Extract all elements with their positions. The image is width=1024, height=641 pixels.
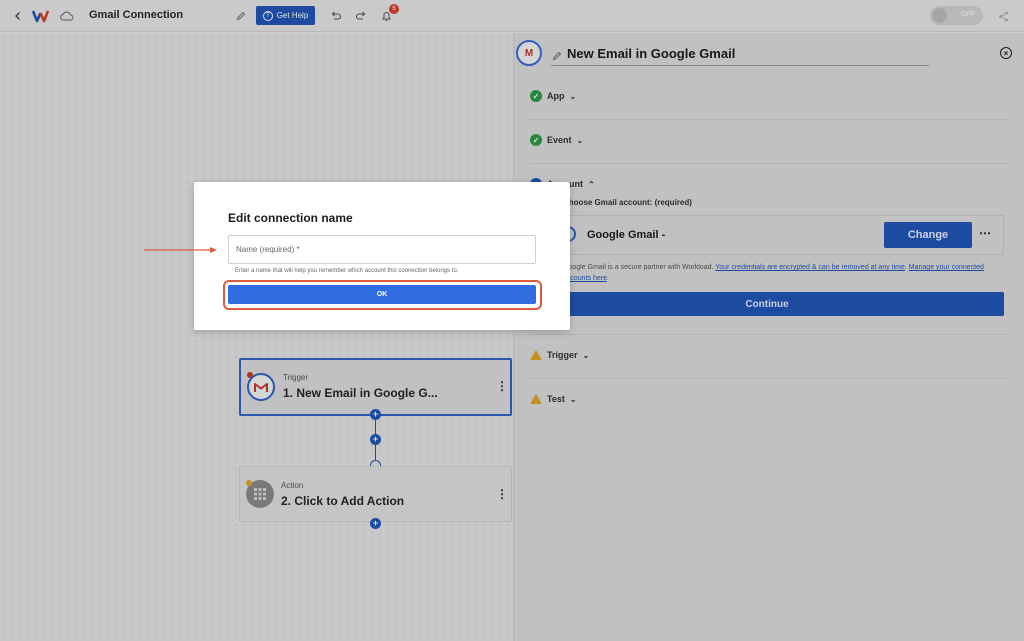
action-subtitle: Action — [281, 481, 304, 490]
trigger-more-icon[interactable]: ⋮ — [496, 379, 508, 393]
workflow-canvas[interactable] — [0, 33, 513, 641]
gmail-app-icon: M — [516, 40, 542, 66]
chevron-down-icon: ⌄ — [576, 135, 584, 145]
close-panel-icon[interactable]: × — [1000, 47, 1012, 59]
change-account-button[interactable]: Change — [884, 222, 972, 248]
help-icon: ? — [262, 10, 273, 21]
warning-icon — [530, 394, 542, 404]
cloud-icon — [59, 0, 74, 32]
workflow-toggle[interactable]: OFF — [930, 6, 983, 25]
check-icon: ✓ — [530, 134, 542, 146]
redo-icon[interactable] — [355, 0, 367, 32]
divider — [530, 334, 1008, 335]
dialog-title: Edit connection name — [228, 211, 353, 225]
app-logo-icon[interactable] — [32, 0, 54, 32]
chevron-down-icon: ⌄ — [569, 394, 577, 404]
top-bar: Gmail Connection ? Get Help 6 OFF — [0, 0, 1024, 32]
undo-icon[interactable] — [330, 0, 342, 32]
edit-title-icon[interactable] — [236, 0, 246, 32]
account-more-icon[interactable]: ⋯ — [979, 226, 991, 240]
connection-name-input[interactable] — [228, 235, 536, 264]
trigger-status-dot — [247, 372, 253, 378]
section-app[interactable]: ✓ App ⌄ — [530, 89, 576, 103]
back-icon[interactable] — [13, 0, 23, 32]
ok-button[interactable]: OK — [228, 285, 536, 304]
divider — [530, 119, 1008, 120]
check-icon: ✓ — [530, 90, 542, 102]
section-event-label: Event — [547, 135, 572, 145]
action-title: 2. Click to Add Action — [281, 494, 405, 508]
step-title[interactable]: New Email in Google Gmail — [567, 46, 735, 61]
input-help-text: Enter a name that will help you remember… — [235, 268, 459, 274]
credentials-link[interactable]: Your credentials are encrypted & can be … — [715, 264, 905, 271]
insert-step-plus-icon[interactable]: + — [370, 434, 381, 445]
step-config-panel — [513, 33, 1024, 641]
chevron-down-icon: ⌄ — [569, 91, 577, 101]
get-help-label: Get Help — [276, 11, 309, 20]
divider — [530, 163, 1008, 164]
section-app-label: App — [547, 91, 565, 101]
notification-badge: 6 — [389, 4, 399, 14]
connector-line — [375, 420, 376, 434]
account-name: Google Gmail - — [587, 229, 666, 241]
continue-button[interactable]: Continue — [530, 292, 1004, 316]
warning-icon — [530, 350, 542, 360]
account-security-note: Google Gmail is a secure partner with Wo… — [563, 264, 984, 282]
chevron-down-icon: ⌄ — [582, 350, 590, 360]
section-event[interactable]: ✓ Event ⌄ — [530, 133, 583, 147]
add-after-action-plus-icon[interactable]: + — [370, 518, 381, 529]
connector-line-2 — [375, 445, 376, 460]
account-field-label: Choose Gmail account: (required) — [563, 198, 692, 207]
divider — [530, 378, 1008, 379]
gmail-app-letter: M — [524, 47, 534, 59]
section-trigger-label: Trigger — [547, 350, 578, 360]
account-note-text: Google Gmail is a secure partner with Wo… — [563, 264, 714, 271]
get-help-button[interactable]: ? Get Help — [256, 6, 315, 25]
section-test[interactable]: Test ⌄ — [530, 392, 577, 406]
toggle-label: OFF — [961, 11, 975, 18]
edit-step-name-icon[interactable] — [552, 48, 562, 66]
trigger-subtitle: Trigger — [283, 373, 309, 382]
chevron-up-icon: ⌃ — [588, 179, 595, 189]
share-icon[interactable] — [998, 0, 1009, 32]
section-trigger[interactable]: Trigger ⌄ — [530, 348, 589, 362]
action-status-dot — [246, 480, 252, 486]
edit-connection-dialog: Edit connection name Enter a name that w… — [194, 182, 570, 330]
section-test-label: Test — [547, 394, 565, 404]
workflow-title: Gmail Connection — [89, 9, 184, 21]
toggle-knob — [932, 8, 947, 23]
step-title-underline — [551, 65, 929, 66]
trigger-title: 1. New Email in Google G... — [283, 386, 438, 400]
pointer-arrow-icon — [144, 247, 217, 253]
add-step-plus-icon[interactable]: + — [370, 409, 381, 420]
action-more-icon[interactable]: ⋮ — [496, 487, 508, 501]
